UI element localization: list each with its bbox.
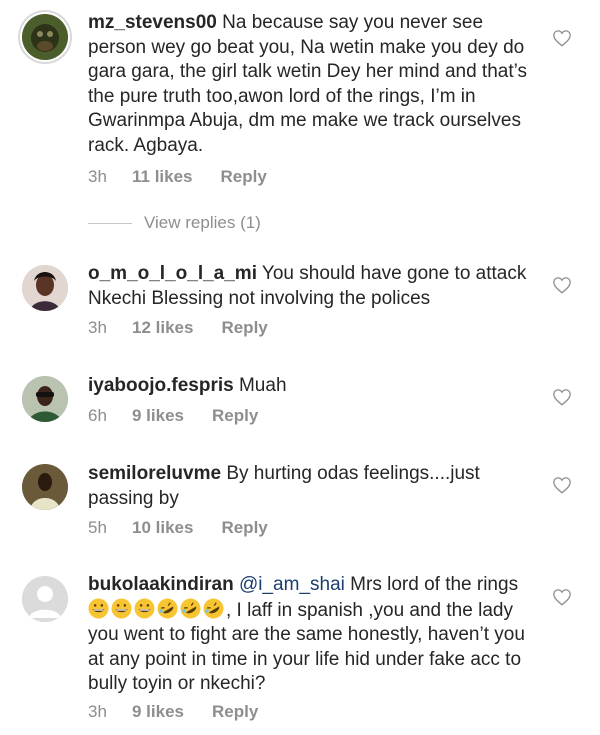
comment-username[interactable]: o_m_o_l_o_l_a_mi: [88, 263, 257, 284]
comment-time: 3h: [88, 167, 107, 186]
comment-meta: 5h 10 likes Reply: [88, 518, 268, 538]
comment-likes[interactable]: 11 likes: [132, 167, 193, 187]
avatar[interactable]: [22, 14, 68, 60]
comment-text: bukolaakindiran @i_am_shai Mrs lord of t…: [88, 573, 538, 697]
heart-outline-icon[interactable]: [552, 476, 572, 494]
avatar[interactable]: [22, 376, 68, 422]
rofl-face-icon: [180, 598, 201, 618]
divider: [88, 222, 132, 224]
avatar[interactable]: [22, 265, 68, 311]
avatar[interactable]: [22, 464, 68, 510]
comment-text: iyaboojo.fespris Muah: [88, 374, 538, 399]
grinning-face-icon: [88, 598, 109, 618]
heart-outline-icon[interactable]: [552, 588, 572, 606]
comment-text: semiloreluvme By hurting odas feelings..…: [88, 462, 538, 511]
emoji-group: [88, 598, 226, 621]
rofl-face-icon: [203, 598, 224, 618]
grinning-face-icon: [134, 598, 155, 618]
comment-time: 3h: [88, 702, 107, 721]
view-replies-link[interactable]: View replies (1): [88, 212, 261, 234]
comment-text: mz_stevens00 Na because say you never se…: [88, 11, 538, 158]
comment-meta: 6h 9 likes Reply: [88, 406, 258, 426]
comment-likes[interactable]: 9 likes: [132, 406, 184, 426]
comment-username[interactable]: mz_stevens00: [88, 12, 217, 33]
reply-button[interactable]: Reply: [221, 518, 267, 538]
comment-body: Mrs lord of the rings: [350, 574, 519, 595]
heart-outline-icon[interactable]: [552, 276, 572, 294]
view-replies-label: View replies (1): [144, 213, 261, 232]
comment-meta: 3h 12 likes Reply: [88, 318, 268, 338]
reply-button[interactable]: Reply: [212, 406, 258, 426]
comment-likes[interactable]: 10 likes: [132, 518, 193, 538]
comment-meta: 3h 11 likes Reply: [88, 167, 267, 187]
comment-text: o_m_o_l_o_l_a_mi You should have gone to…: [88, 262, 538, 311]
comment-likes[interactable]: 9 likes: [132, 702, 184, 722]
comment-time: 6h: [88, 406, 107, 425]
comment-body: Muah: [238, 375, 287, 396]
comment-body: Na because say you never see person wey …: [88, 12, 527, 156]
comment-username[interactable]: bukolaakindiran: [88, 574, 234, 595]
grinning-face-icon: [111, 598, 132, 618]
reply-button[interactable]: Reply: [221, 167, 267, 187]
comment-time: 3h: [88, 318, 107, 337]
comment-username[interactable]: iyaboojo.fespris: [88, 375, 234, 396]
rofl-face-icon: [157, 598, 178, 618]
comment-mention[interactable]: @i_am_shai: [239, 574, 345, 595]
avatar[interactable]: [22, 576, 68, 622]
comment-likes[interactable]: 12 likes: [132, 318, 193, 338]
reply-button[interactable]: Reply: [221, 318, 267, 338]
comment-time: 5h: [88, 518, 107, 537]
heart-outline-icon[interactable]: [552, 29, 572, 47]
reply-button[interactable]: Reply: [212, 702, 258, 722]
comment-username[interactable]: semiloreluvme: [88, 463, 221, 484]
heart-outline-icon[interactable]: [552, 388, 572, 406]
comment-meta: 3h 9 likes Reply: [88, 702, 258, 722]
